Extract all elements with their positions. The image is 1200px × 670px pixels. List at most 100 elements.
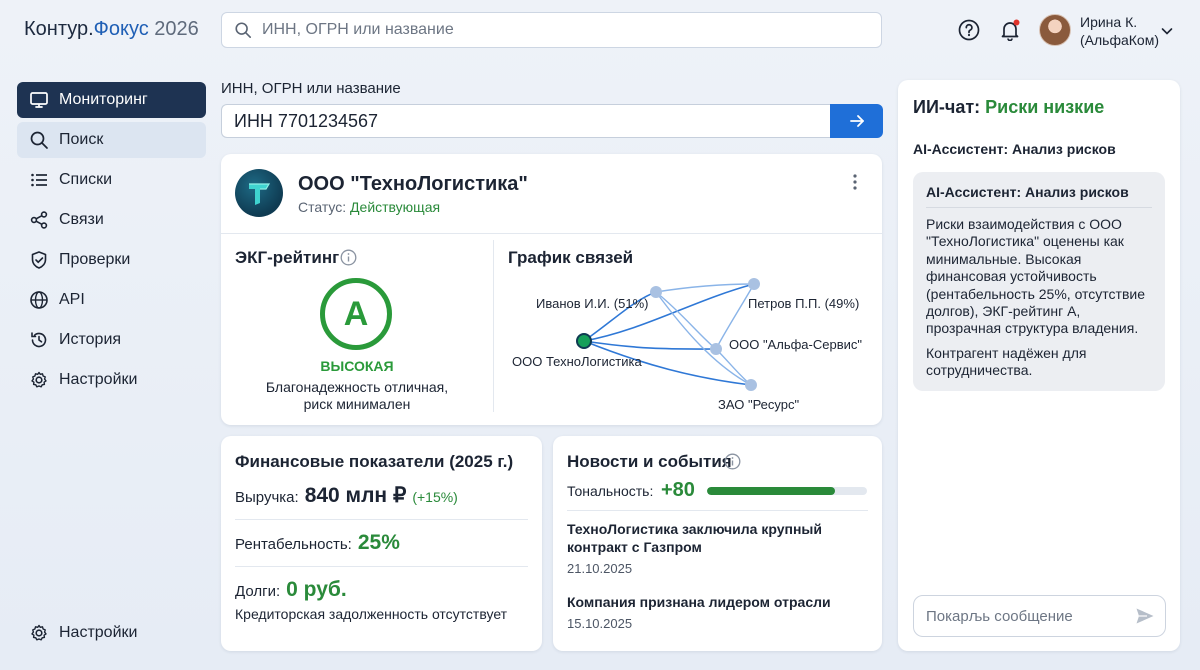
debt-note: Кредиторская задолженность отсутствует <box>235 606 508 622</box>
chevron-down-icon[interactable] <box>1160 24 1174 38</box>
graph-node-center[interactable] <box>576 333 592 349</box>
tone-progress-bar <box>707 487 867 495</box>
revenue-change: (+15%) <box>412 489 458 505</box>
profitability-value: 25% <box>357 531 400 554</box>
sidebar-item-label: История <box>59 331 122 348</box>
sidebar-item-settings[interactable]: Настройки <box>17 362 206 398</box>
connections-graph-title: График связей <box>508 248 634 267</box>
company-search-input[interactable] <box>221 104 830 138</box>
news-headline: контракт с Газпром <box>567 539 702 555</box>
chat-message-header: AI-Ассистент: Анализ рисков <box>926 184 1129 200</box>
monitor-icon <box>30 92 48 108</box>
info-icon[interactable] <box>340 249 357 266</box>
chat-message-paragraph: Контрагент надёжен для сотрудничества. <box>926 344 1087 379</box>
chat-message-paragraph: Риски взаимодействия с ООО "ТехноЛогисти… <box>926 216 1146 337</box>
sidebar-item-label: Настройки <box>59 371 138 388</box>
company-logo-mark <box>249 183 271 205</box>
shield-check-icon <box>31 251 47 269</box>
chat-subtitle: AI-Ассистент: Анализ рисков <box>913 141 1116 157</box>
info-icon[interactable] <box>724 453 741 470</box>
profitability-label: Рентабельность: <box>235 536 352 553</box>
search-field-label: ИНН, ОГРН или название <box>221 80 401 97</box>
sidebar-item-label: Списки <box>59 171 113 188</box>
tone-label: Тональность: <box>567 483 654 499</box>
search-icon <box>30 131 48 149</box>
help-icon[interactable] <box>957 18 981 42</box>
send-icon[interactable] <box>1135 607 1155 625</box>
graph-node-petrov[interactable] <box>748 278 760 290</box>
debt-label: Долги: <box>235 583 281 600</box>
finance-divider <box>235 566 528 567</box>
logo-text-main: Контур. <box>24 18 94 40</box>
company-logo <box>235 169 283 217</box>
news-date: 15.10.2025 <box>567 616 633 631</box>
sidebar-item-history[interactable]: История <box>17 322 206 358</box>
sidebar-item-label: Настройки <box>59 624 138 641</box>
sidebar-bottom-settings[interactable]: Настройки <box>17 615 206 651</box>
news-date: 21.10.2025 <box>567 561 633 576</box>
sidebar-item-label: Связи <box>59 211 104 228</box>
chat-title-prefix: ИИ-чат: <box>913 97 986 117</box>
sidebar-item-label: Мониторинг <box>59 91 148 108</box>
sidebar-item-checks[interactable]: Проверки <box>17 242 206 278</box>
user-name[interactable]: Ирина К. <box>1080 13 1137 31</box>
graph-label-ivanov: Иванов И.И. (51%) <box>536 296 649 311</box>
graph-label-center: ООО ТехноЛогистика <box>512 354 642 369</box>
news-item[interactable]: Компания признана лидером отрасли 15.10.… <box>567 593 867 631</box>
profitability-row: Рентабельность: 25% <box>235 531 400 555</box>
sidebar-item-monitoring[interactable]: Мониторинг <box>17 82 206 118</box>
graph-node-alfa-service[interactable] <box>710 343 722 355</box>
card-divider <box>221 233 882 234</box>
sidebar-item-lists[interactable]: Списки <box>17 162 206 198</box>
ekg-grade-badge: A <box>320 278 392 350</box>
graph-label-resurs: ЗАО "Ресурс" <box>718 397 800 412</box>
finance-divider <box>235 519 528 520</box>
company-name: ООО "ТехноЛогистика" <box>298 173 528 195</box>
gear-icon <box>31 371 47 388</box>
global-search-input[interactable] <box>262 21 862 39</box>
global-search-bar[interactable] <box>221 12 882 48</box>
chat-message-divider <box>926 207 1152 208</box>
status-label: Статус: <box>298 199 351 215</box>
chat-risk-status: Риски низкие <box>985 97 1105 117</box>
logo-year: 2026 <box>148 18 199 40</box>
arrow-right-icon <box>849 115 864 127</box>
sidebar-item-api[interactable]: API <box>17 282 206 318</box>
more-options-icon[interactable] <box>848 172 862 192</box>
graph-node-resurs[interactable] <box>745 379 757 391</box>
ekg-level: ВЫСОКАЯ <box>320 358 394 374</box>
company-status: Статус: Действующая <box>298 199 440 215</box>
finance-title: Финансовые показатели (2025 г.) <box>235 452 514 471</box>
chat-message-input[interactable] <box>913 595 1166 637</box>
news-headline: Компания признана лидером отрасли <box>567 594 831 610</box>
graph-node-ivanov[interactable] <box>650 286 662 298</box>
tone-progress-fill <box>707 487 835 495</box>
chat-message-text: Риски взаимодействия с ООО "ТехноЛогисти… <box>926 216 1158 380</box>
search-icon <box>235 22 252 39</box>
app-logo[interactable]: Контур.Фокус 2026 <box>24 18 199 41</box>
news-item[interactable]: ТехноЛогистика заключила крупный контрак… <box>567 520 867 576</box>
share-icon <box>30 211 48 229</box>
revenue-value: 840 млн ₽ <box>304 484 407 507</box>
revenue-label: Выручка: <box>235 489 299 506</box>
sidebar-item-connections[interactable]: Связи <box>17 202 206 238</box>
ekg-rating-title: ЭКГ-рейтинг <box>235 248 340 267</box>
sidebar-item-label: Поиск <box>59 131 104 148</box>
ekg-description-line: риск минимален <box>303 396 411 412</box>
list-icon <box>31 173 47 187</box>
graph-label-petrov: Петров П.П. (49%) <box>748 296 860 311</box>
tone-value: +80 <box>661 479 695 501</box>
ekg-description-line: Благонадежность отличная, <box>265 379 449 395</box>
notification-bell-icon[interactable] <box>998 18 1022 42</box>
user-avatar[interactable] <box>1039 14 1071 46</box>
status-badge: Действующая <box>350 199 441 215</box>
debt-row: Долги: 0 руб. <box>235 578 347 602</box>
graph-label-alfa-service: ООО "Альфа-Сервис" <box>729 337 862 352</box>
logo-text-brand: Фокус <box>93 18 149 40</box>
revenue-row: Выручка: 840 млн ₽ (+15%) <box>235 483 458 508</box>
debt-value: 0 руб. <box>286 578 347 601</box>
sidebar-item-search[interactable]: Поиск <box>17 122 206 158</box>
history-icon <box>31 332 47 348</box>
sidebar-item-label: API <box>59 291 85 308</box>
search-submit-button[interactable] <box>830 104 883 138</box>
